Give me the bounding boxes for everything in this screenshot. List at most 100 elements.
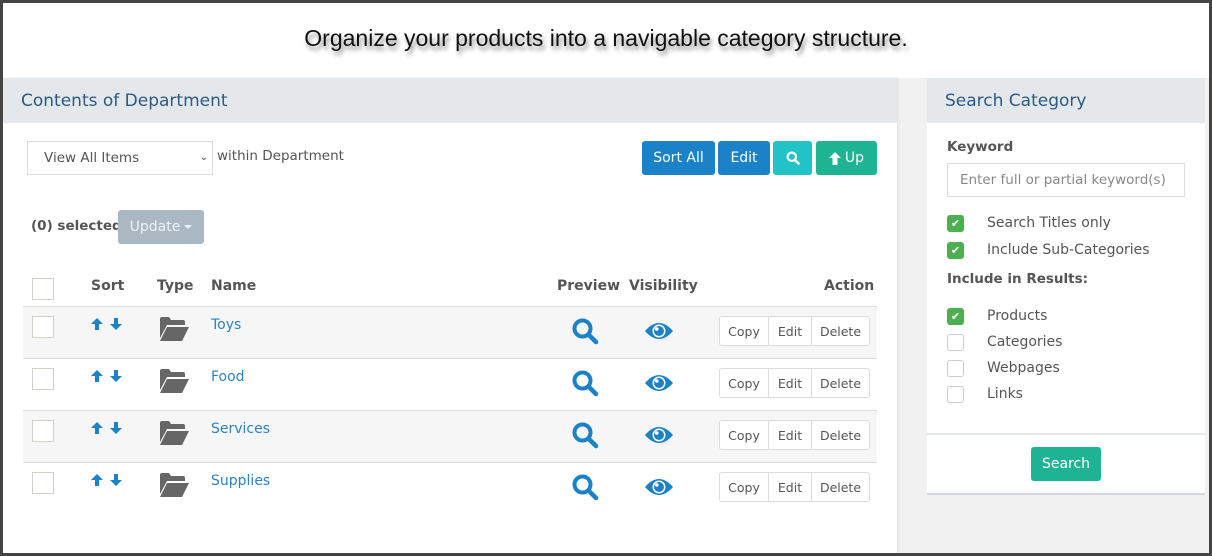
row-actions: Copy Edit Delete (719, 368, 870, 398)
table-header: Sort Type Name Preview Visibility Action (23, 268, 877, 307)
view-items-select-value: View All Items (44, 150, 140, 166)
eye-icon (645, 375, 673, 391)
include-categories[interactable]: Categories (947, 333, 1062, 351)
option-label: Include Sub-Categories (987, 242, 1150, 258)
header-preview: Preview (557, 278, 621, 294)
banner: Organize your products into a navigable … (3, 3, 1209, 78)
delete-button[interactable]: Delete (812, 317, 869, 345)
copy-button[interactable]: Copy (720, 473, 769, 501)
move-up-icon[interactable] (91, 474, 103, 486)
row-edit-button[interactable]: Edit (769, 473, 812, 501)
checkbox[interactable] (947, 359, 964, 377)
eye-icon (645, 479, 673, 495)
delete-button[interactable]: Delete (812, 421, 869, 449)
row-name-link[interactable]: Food (211, 369, 245, 385)
preview-search-icon (572, 370, 599, 397)
keyword-input[interactable]: Enter full or partial keyword(s) (947, 163, 1185, 197)
sort-arrows (91, 318, 122, 334)
search-icon (786, 151, 800, 165)
checkbox[interactable]: ✔ (947, 214, 964, 232)
update-dropdown-button[interactable]: Update (118, 210, 204, 244)
app-frame: Organize your products into a navigable … (3, 3, 1209, 553)
row-name-link[interactable]: Services (211, 421, 270, 437)
row-actions: Copy Edit Delete (719, 472, 870, 502)
header-visibility: Visibility (629, 278, 698, 294)
checkbox[interactable]: ✔ (947, 241, 964, 259)
move-down-icon[interactable] (109, 318, 122, 330)
up-button[interactable]: Up (816, 141, 877, 175)
visibility-toggle[interactable] (644, 425, 674, 449)
row-checkbox[interactable] (32, 368, 54, 390)
select-all-checkbox[interactable] (32, 278, 54, 300)
edit-button[interactable]: Edit (718, 141, 770, 175)
option-label: Search Titles only (987, 215, 1111, 231)
checkbox[interactable] (947, 333, 964, 351)
preview-search-icon (572, 474, 599, 501)
eye-icon (645, 323, 673, 339)
row-edit-button[interactable]: Edit (769, 421, 812, 449)
visibility-toggle[interactable] (644, 321, 674, 345)
copy-button[interactable]: Copy (720, 317, 769, 345)
option-label: Links (987, 386, 1023, 402)
header-type[interactable]: Type (157, 278, 194, 294)
move-down-icon[interactable] (109, 474, 122, 486)
checkbox[interactable] (947, 385, 964, 403)
type-folder (159, 369, 189, 397)
within-department-label: within Department (217, 148, 344, 164)
preview-button[interactable] (571, 421, 599, 453)
option-include-sub-categories[interactable]: ✔ Include Sub-Categories (947, 241, 1150, 259)
type-folder (159, 473, 189, 501)
checkbox[interactable]: ✔ (947, 307, 964, 325)
keyword-placeholder: Enter full or partial keyword(s) (960, 172, 1166, 188)
contents-panel-title: Contents of Department (3, 78, 897, 123)
include-webpages[interactable]: Webpages (947, 359, 1060, 377)
preview-search-icon (572, 422, 599, 449)
up-button-label: Up (844, 150, 865, 166)
move-down-icon[interactable] (109, 422, 122, 434)
delete-button[interactable]: Delete (812, 369, 869, 397)
sort-arrows (91, 422, 122, 438)
caret-down-icon (184, 225, 193, 229)
row-checkbox[interactable] (32, 472, 54, 494)
folder-open-icon (160, 473, 189, 497)
row-edit-button[interactable]: Edit (769, 317, 812, 345)
preview-button[interactable] (571, 317, 599, 349)
row-edit-button[interactable]: Edit (769, 369, 812, 397)
row-checkbox[interactable] (32, 316, 54, 338)
header-name[interactable]: Name (211, 278, 256, 294)
header-sort[interactable]: Sort (91, 278, 124, 294)
visibility-toggle[interactable] (644, 373, 674, 397)
include-products[interactable]: ✔ Products (947, 307, 1047, 325)
preview-button[interactable] (571, 369, 599, 401)
copy-button[interactable]: Copy (720, 421, 769, 449)
preview-search-icon (572, 318, 599, 345)
option-search-titles-only[interactable]: ✔ Search Titles only (947, 214, 1111, 232)
row-checkbox[interactable] (32, 420, 54, 442)
folder-open-icon (160, 317, 189, 341)
view-items-select[interactable]: View All Items ⌄ (27, 141, 213, 175)
folder-open-icon (160, 421, 189, 445)
move-up-icon[interactable] (91, 422, 103, 434)
copy-button[interactable]: Copy (720, 369, 769, 397)
eye-icon (645, 427, 673, 443)
contents-panel: Contents of Department View All Items ⌄ … (3, 78, 897, 553)
type-folder (159, 317, 189, 345)
search-button[interactable] (773, 141, 812, 175)
sort-all-button[interactable]: Sort All (642, 141, 715, 175)
include-links[interactable]: Links (947, 385, 1023, 403)
row-name-link[interactable]: Toys (211, 317, 241, 333)
selected-count: (0) selected (31, 218, 122, 234)
search-submit-button[interactable]: Search (1031, 447, 1101, 481)
delete-button[interactable]: Delete (812, 473, 869, 501)
visibility-toggle[interactable] (644, 477, 674, 501)
sort-arrows (91, 474, 122, 490)
move-up-icon[interactable] (91, 370, 103, 382)
row-actions: Copy Edit Delete (719, 316, 870, 346)
contents-table: Sort Type Name Preview Visibility Action… (23, 268, 877, 515)
row-name-link[interactable]: Supplies (211, 473, 270, 489)
row-actions: Copy Edit Delete (719, 420, 870, 450)
move-up-icon[interactable] (91, 318, 103, 330)
move-down-icon[interactable] (109, 370, 122, 382)
search-category-panel: Search Category Keyword Enter full or pa… (927, 78, 1205, 495)
preview-button[interactable] (571, 473, 599, 505)
